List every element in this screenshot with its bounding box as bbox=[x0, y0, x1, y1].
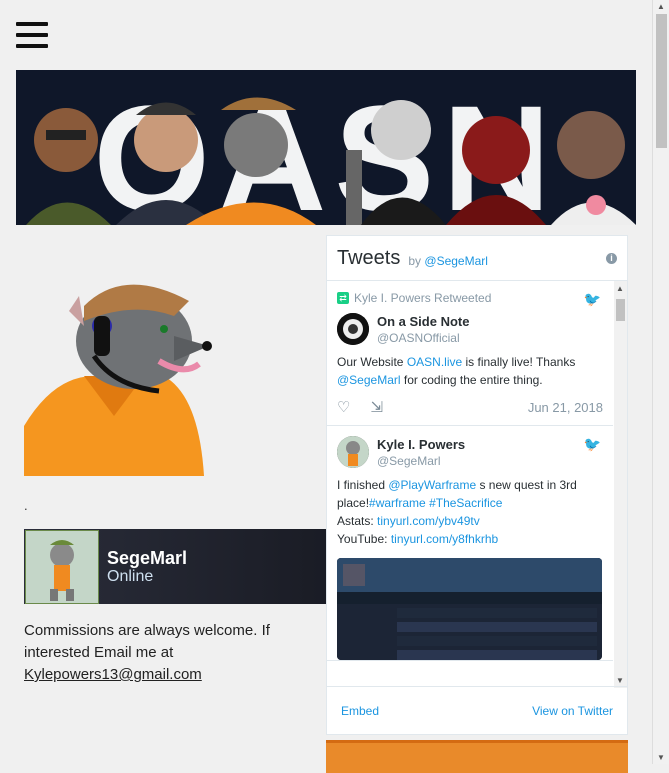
tweet-item[interactable]: 🐦 Kyle I. Powers @SegeMarl I finished @P… bbox=[327, 426, 613, 661]
timeline-title: Tweets bbox=[337, 246, 401, 269]
steam-status: Online bbox=[107, 567, 154, 585]
tweet-author[interactable]: On a Side Note @OASNOfficial bbox=[337, 313, 603, 345]
author-name[interactable]: On a Side Note bbox=[377, 314, 469, 329]
commission-text: Commissions are always welcome. If inter… bbox=[24, 620, 324, 686]
author-name[interactable]: Kyle I. Powers bbox=[377, 437, 465, 452]
tweet-author[interactable]: Kyle I. Powers @SegeMarl bbox=[337, 436, 603, 468]
timeline-by: by @SegeMarl bbox=[408, 254, 488, 268]
banner-image: OASN bbox=[16, 70, 636, 225]
timeline-handle-link[interactable]: @SegeMarl bbox=[424, 254, 488, 268]
embed-link[interactable]: Embed bbox=[341, 704, 379, 718]
twitter-timeline-widget: Tweets by @SegeMarl i ⇄ Kyle I. Powers R… bbox=[326, 235, 628, 735]
commission-message: Commissions are always welcome. If inter… bbox=[24, 622, 270, 661]
mention-link[interactable]: @PlayWarframe bbox=[388, 478, 476, 492]
author-handle[interactable]: @SegeMarl bbox=[377, 454, 465, 468]
twitter-bird-icon[interactable]: 🐦 bbox=[584, 436, 601, 453]
tweet-item[interactable]: ⇄ Kyle I. Powers Retweeted 🐦 On a Side N… bbox=[327, 281, 613, 426]
tweet-link[interactable]: OASN.live bbox=[407, 355, 462, 369]
author-handle[interactable]: @OASNOfficial bbox=[377, 331, 469, 345]
hashtag-link[interactable]: #TheSacrifice bbox=[429, 496, 502, 510]
author-avatar[interactable] bbox=[337, 436, 369, 468]
timeline-header: Tweets by @SegeMarl i bbox=[327, 236, 627, 281]
youtube-link[interactable]: tinyurl.com/y8fhkrhb bbox=[391, 532, 498, 546]
page-scroll-down-icon[interactable]: ▼ bbox=[657, 753, 665, 762]
timeline-footer: Embed View on Twitter bbox=[327, 686, 627, 734]
email-link[interactable]: Kylepowers13@gmail.com bbox=[24, 666, 202, 683]
wolf-avatar-image bbox=[24, 266, 214, 476]
scroll-down-arrow-icon[interactable]: ▼ bbox=[616, 676, 624, 685]
timeline-scrollbar[interactable]: ▲ ▼ bbox=[614, 281, 627, 688]
by-label: by bbox=[408, 254, 422, 268]
page-scrollbar[interactable]: ▲ ▼ bbox=[652, 0, 669, 764]
mention-link[interactable]: @SegeMarl bbox=[337, 373, 401, 387]
info-icon[interactable]: i bbox=[606, 252, 617, 264]
separator-dot: . bbox=[24, 498, 28, 513]
tweet-text-part: YouTube: bbox=[337, 532, 391, 546]
twitter-bird-icon[interactable]: 🐦 bbox=[584, 291, 601, 308]
like-heart-icon[interactable]: ♡ bbox=[337, 398, 350, 416]
tweet-text-part: Our Website bbox=[337, 355, 407, 369]
steam-profile-card[interactable]: SegeMarl Online bbox=[24, 529, 326, 604]
steam-username: SegeMarl bbox=[107, 547, 188, 568]
scrollbar-thumb[interactable] bbox=[616, 299, 625, 321]
tweet-text-part: Astats: bbox=[337, 514, 378, 528]
tweet-text: I finished @PlayWarframe s new quest in … bbox=[337, 476, 603, 548]
tweet-actions: ♡ ⇲ Jun 21, 2018 bbox=[337, 389, 603, 425]
scroll-up-arrow-icon[interactable]: ▲ bbox=[616, 284, 624, 293]
tweet-date[interactable]: Jun 21, 2018 bbox=[528, 400, 603, 415]
steam-avatar bbox=[25, 529, 99, 604]
share-icon[interactable]: ⇲ bbox=[370, 398, 383, 416]
view-on-twitter-link[interactable]: View on Twitter bbox=[532, 704, 613, 718]
astats-link[interactable]: tinyurl.com/ybv49tv bbox=[377, 514, 480, 528]
page-scroll-up-icon[interactable]: ▲ bbox=[657, 2, 665, 11]
next-card-preview bbox=[326, 740, 628, 773]
hashtag-link[interactable]: #warframe bbox=[369, 496, 426, 510]
tweet-media-image[interactable] bbox=[337, 558, 602, 660]
page-scrollbar-thumb[interactable] bbox=[656, 14, 667, 148]
retweet-icon: ⇄ bbox=[337, 292, 349, 304]
tweet-text-part: for coding the entire thing. bbox=[400, 373, 543, 387]
author-avatar[interactable] bbox=[337, 313, 369, 345]
timeline-body: ⇄ Kyle I. Powers Retweeted 🐦 On a Side N… bbox=[327, 281, 613, 688]
tweet-text-part: is finally live! Thanks bbox=[462, 355, 576, 369]
retweet-indicator: ⇄ Kyle I. Powers Retweeted bbox=[337, 291, 603, 305]
hamburger-menu-icon[interactable] bbox=[16, 22, 48, 48]
tweet-text-part: I finished bbox=[337, 478, 389, 492]
retweet-label: Kyle I. Powers Retweeted bbox=[354, 291, 492, 305]
tweet-text: Our Website OASN.live is finally live! T… bbox=[337, 353, 603, 389]
